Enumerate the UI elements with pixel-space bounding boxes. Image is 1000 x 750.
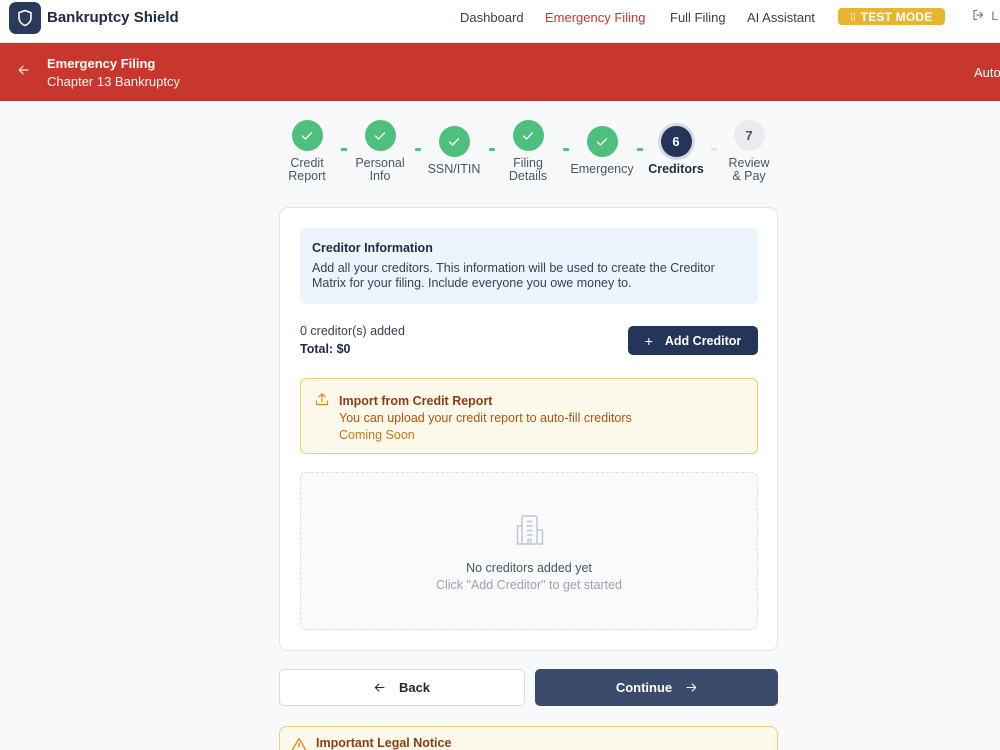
legal-notice: Important Legal Notice	[279, 726, 778, 750]
step-complete-check-icon	[586, 126, 618, 157]
back-arrow-icon[interactable]	[18, 63, 29, 78]
logout-label: L	[991, 9, 999, 23]
info-title: Creditor Information	[312, 241, 433, 255]
filing-header: Emergency Filing Chapter 13 Bankruptcy A…	[0, 43, 1000, 101]
nav-link-ai-assistant[interactable]: AI Assistant	[747, 10, 815, 25]
legal-notice-title: Important Legal Notice	[316, 736, 452, 750]
nav-link-emergency-filing[interactable]: Emergency Filing	[545, 10, 645, 25]
step-number-badge: 7	[733, 120, 765, 151]
empty-title: No creditors added yet	[466, 561, 592, 575]
test-mode-badge: ▯ TEST MODE	[838, 8, 945, 25]
creditor-total: Total: $0	[300, 342, 351, 356]
page-title: Emergency Filing	[47, 56, 156, 71]
import-text: You can upload your credit report to aut…	[339, 411, 632, 425]
test-mode-icon: ▯	[850, 11, 856, 21]
page-subtitle: Chapter 13 Bankruptcy	[47, 74, 180, 89]
building-icon	[513, 513, 547, 552]
step-personal-info: Personal Info	[340, 120, 420, 183]
empty-hint: Click "Add Creditor" to get started	[435, 578, 623, 592]
step-ssn-itin: SSN/ITIN	[414, 126, 494, 176]
nav-link-full-filing[interactable]: Full Filing	[670, 10, 726, 25]
continue-button[interactable]: Continue	[535, 669, 778, 706]
arrow-right-icon	[686, 681, 697, 695]
creditor-info-box: Creditor Information Add all your credit…	[300, 228, 758, 304]
test-mode-label: TEST MODE	[860, 9, 933, 24]
step-label: Emergency	[570, 162, 634, 176]
header-right-text: Auto	[974, 65, 1000, 80]
creditors-card: Creditor Information Add all your credit…	[279, 207, 778, 651]
back-label: Back	[398, 680, 431, 695]
step-label: Review & Pay	[728, 156, 770, 183]
arrow-left-icon	[374, 681, 385, 695]
step-emergency: Emergency	[562, 126, 642, 176]
step-credit-report: Credit Report	[267, 120, 347, 183]
plus-icon: +	[644, 332, 653, 349]
step-complete-check-icon	[291, 120, 323, 151]
add-creditor-label: Add Creditor	[664, 333, 742, 348]
warning-icon	[290, 737, 308, 750]
step-complete-check-icon	[364, 120, 396, 151]
info-text: Add all your creditors. This information…	[312, 261, 715, 290]
step-label: SSN/ITIN	[427, 162, 481, 176]
logout-icon	[973, 9, 984, 21]
step-label: Personal Info	[355, 156, 405, 183]
step-complete-check-icon	[438, 126, 470, 157]
continue-label: Continue	[615, 680, 673, 695]
step-label: Creditors	[648, 162, 704, 176]
step-complete-check-icon	[512, 120, 544, 151]
creditor-count: 0 creditor(s) added	[300, 324, 405, 338]
brand-name[interactable]: Bankruptcy Shield	[47, 9, 179, 26]
nav-link-dashboard[interactable]: Dashboard	[460, 10, 524, 25]
upload-icon	[315, 392, 329, 411]
step-label: Credit Report	[288, 156, 326, 183]
step-creditors: 6 Creditors	[636, 126, 716, 176]
import-status: Coming Soon	[339, 428, 415, 442]
logout-link[interactable]: L	[972, 9, 998, 23]
empty-creditors-state: No creditors added yet Click "Add Credit…	[300, 472, 758, 630]
back-button[interactable]: Back	[279, 669, 525, 706]
import-credit-report-box: Import from Credit Report You can upload…	[300, 378, 758, 454]
shield-logo-icon[interactable]	[9, 2, 41, 34]
add-creditor-button[interactable]: + Add Creditor	[628, 326, 758, 355]
step-review-pay: 7 Review & Pay	[709, 120, 789, 183]
step-number-badge: 6	[660, 126, 692, 157]
import-title: Import from Credit Report	[339, 394, 493, 408]
top-navigation: Bankruptcy Shield Dashboard Emergency Fi…	[0, 0, 1000, 43]
